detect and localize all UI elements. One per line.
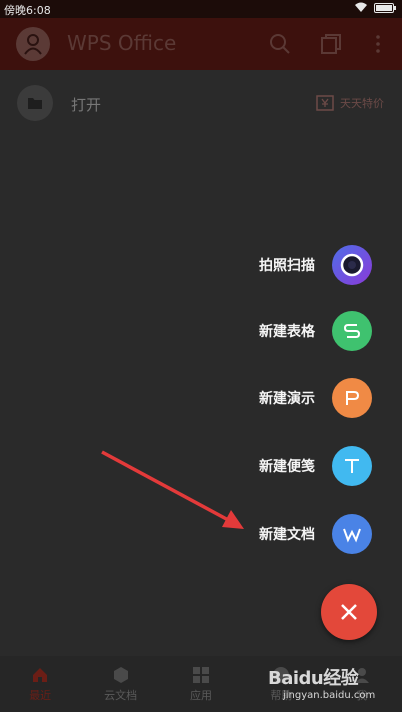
- watermark-logo: Baidu经验: [268, 668, 359, 689]
- watermark-url: jingyan.baidu.com: [283, 690, 376, 701]
- tab-cloud-docs[interactable]: 云文档: [80, 656, 160, 712]
- tab-label-recent: 最近: [29, 689, 52, 702]
- home-icon: [33, 668, 48, 682]
- grid-icon: [192, 667, 209, 683]
- cube-icon: [113, 667, 128, 683]
- baidu-watermark: Baidu经验 jingyan.baidu.com: [268, 664, 375, 701]
- tab-apps[interactable]: 应用: [161, 656, 241, 712]
- tab-label-cloud-docs: 云文档: [104, 689, 138, 702]
- tab-recent[interactable]: 最近: [0, 656, 80, 712]
- annotation-arrow: [101, 450, 244, 529]
- tab-label-apps: 应用: [189, 689, 212, 702]
